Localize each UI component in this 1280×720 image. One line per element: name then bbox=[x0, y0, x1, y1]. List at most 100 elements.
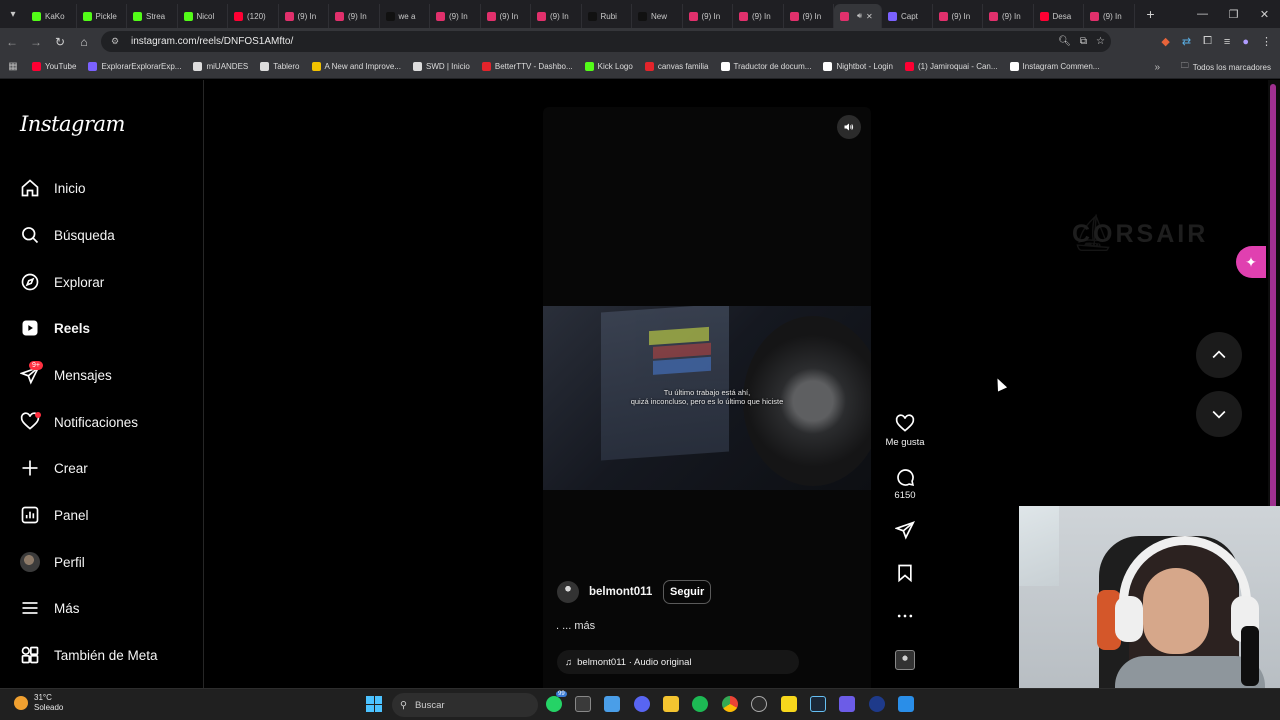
sidebar-item-search[interactable]: Búsqueda bbox=[20, 220, 115, 250]
bookmark-item[interactable]: canvas familia bbox=[639, 62, 715, 71]
browser-tab[interactable]: (9) In bbox=[933, 4, 983, 28]
browser-tab[interactable]: (9) In bbox=[1084, 4, 1135, 28]
browser-tab[interactable]: (9) In bbox=[430, 4, 481, 28]
weather-widget[interactable]: 31°C Soleado bbox=[14, 693, 63, 713]
excel-like-icon[interactable] bbox=[575, 696, 591, 712]
back-icon[interactable]: ← bbox=[0, 28, 24, 55]
follow-button[interactable]: Seguir bbox=[663, 580, 712, 604]
tab-audio-icon[interactable]: 🔊︎ bbox=[857, 11, 862, 21]
browser-tab[interactable]: (9) In bbox=[683, 4, 733, 28]
discord-icon[interactable] bbox=[634, 696, 650, 712]
file-explorer-icon[interactable] bbox=[663, 696, 679, 712]
zoom-icon[interactable]: 🔍︎ bbox=[1058, 36, 1071, 47]
steam-icon[interactable] bbox=[810, 696, 826, 712]
browser-tab[interactable]: (9) In bbox=[329, 4, 380, 28]
apps-grid-icon[interactable]: ▦ bbox=[0, 61, 26, 72]
previous-reel-button[interactable] bbox=[1196, 332, 1242, 378]
like-button[interactable]: Me gusta bbox=[880, 414, 930, 448]
bookmarks-overflow-icon[interactable]: » bbox=[1154, 55, 1160, 79]
audio-pill[interactable]: ♫ belmont011 · Audio original bbox=[557, 650, 799, 674]
browser-tab[interactable]: (9) In bbox=[983, 4, 1034, 28]
sticky-notes-icon[interactable] bbox=[781, 696, 797, 712]
restore-icon[interactable]: ❐ bbox=[1218, 0, 1249, 28]
browser-tab[interactable]: KaKo bbox=[26, 4, 77, 28]
minimize-icon[interactable]: — bbox=[1187, 0, 1218, 28]
sidebar-item-explore[interactable]: Explorar bbox=[20, 267, 104, 297]
browser-tab[interactable]: (9) In bbox=[279, 4, 329, 28]
reel-video[interactable]: Tu último trabajo está ahí, quizá inconc… bbox=[543, 107, 871, 688]
bookmark-item[interactable]: BetterTTV - Dashbo... bbox=[476, 62, 579, 71]
teams-icon[interactable] bbox=[839, 696, 855, 712]
browser-tab[interactable]: (9) In bbox=[481, 4, 531, 28]
sidebar-item-notifications[interactable]: Notificaciones bbox=[20, 407, 138, 437]
extension-fox-icon[interactable]: ◆ bbox=[1161, 35, 1169, 48]
next-reel-button[interactable] bbox=[1196, 391, 1242, 437]
media-controls-icon[interactable]: ≡ bbox=[1224, 36, 1230, 48]
new-tab-button[interactable]: + bbox=[1141, 0, 1161, 28]
site-info-icon[interactable]: ⚙ bbox=[111, 36, 125, 47]
omnibox[interactable]: ⚙ instagram.com/reels/DNFOS1AMfto/ 🔍︎ ⧉ … bbox=[101, 31, 1111, 52]
browser-tab[interactable]: (9) In bbox=[733, 4, 784, 28]
bookmark-item[interactable]: Tablero bbox=[254, 62, 305, 71]
bookmark-item[interactable]: Traductor de docum... bbox=[715, 62, 818, 71]
tab-close-icon[interactable]: ✕ bbox=[866, 12, 873, 21]
bookmark-item[interactable]: YouTube bbox=[26, 62, 82, 71]
sidebar-item-reels[interactable]: Reels bbox=[20, 313, 90, 343]
floating-extension-icon[interactable]: ✦ bbox=[1236, 246, 1266, 278]
extension-translate-icon[interactable]: ⇄ bbox=[1182, 35, 1191, 48]
notepad-icon[interactable] bbox=[604, 696, 620, 712]
sidebar-item-more[interactable]: Más bbox=[20, 593, 80, 623]
tab-search-menu-icon[interactable]: ▾ bbox=[0, 0, 26, 28]
app-icon[interactable] bbox=[869, 696, 885, 712]
taskbar-search[interactable]: ⚲ Buscar bbox=[392, 693, 538, 717]
spotify-icon[interactable] bbox=[692, 696, 708, 712]
browser-menu-icon[interactable]: ⋮ bbox=[1261, 35, 1272, 48]
close-window-icon[interactable]: ✕ bbox=[1249, 0, 1280, 28]
instagram-logo[interactable]: Instagram bbox=[20, 112, 125, 136]
browser-tab[interactable]: Pickle bbox=[77, 4, 127, 28]
audio-thumbnail-button[interactable] bbox=[880, 650, 930, 670]
reload-icon[interactable]: ↻ bbox=[48, 28, 72, 55]
profile-avatar-icon[interactable]: ● bbox=[1242, 36, 1249, 48]
tab-active[interactable]: 🔊︎ ✕ bbox=[834, 4, 882, 28]
home-icon[interactable]: ⌂ bbox=[72, 28, 96, 55]
bookmark-item[interactable]: Instagram Commen... bbox=[1004, 62, 1106, 71]
bookmark-item[interactable]: Kick Logo bbox=[579, 62, 639, 71]
browser-tab[interactable]: Rubi bbox=[582, 4, 632, 28]
sidebar-item-messages[interactable]: 9+ Mensajes bbox=[20, 360, 112, 390]
browser-tab[interactable]: Strea bbox=[127, 4, 178, 28]
comment-button[interactable]: 6150 bbox=[880, 467, 930, 501]
bookmark-item[interactable]: miUANDES bbox=[187, 62, 254, 71]
bookmark-star-icon[interactable]: ☆ bbox=[1096, 36, 1105, 47]
obs-icon[interactable] bbox=[751, 696, 767, 712]
volume-button[interactable] bbox=[837, 115, 861, 139]
browser-tab[interactable]: Capt bbox=[882, 4, 933, 28]
sidebar-item-meta[interactable]: También de Meta bbox=[20, 640, 158, 670]
bookmark-item[interactable]: Nightbot - Login bbox=[817, 62, 898, 71]
extensions-puzzle-icon[interactable]: ⧠ bbox=[1203, 35, 1212, 48]
photos-icon[interactable] bbox=[898, 696, 914, 712]
windows-start-icon[interactable] bbox=[366, 696, 382, 712]
caption[interactable]: . ... más bbox=[556, 620, 857, 632]
sidebar-item-create[interactable]: Crear bbox=[20, 453, 88, 483]
bookmark-item[interactable]: (1) Jamiroquai - Can... bbox=[899, 62, 1004, 71]
chrome-icon[interactable] bbox=[722, 696, 738, 712]
browser-tab[interactable]: (120) bbox=[228, 4, 279, 28]
sidebar-item-home[interactable]: Inicio bbox=[20, 173, 86, 203]
share-button[interactable] bbox=[880, 520, 930, 540]
whatsapp-icon[interactable] bbox=[546, 696, 562, 712]
browser-tab[interactable]: Nicol bbox=[178, 4, 228, 28]
cast-icon[interactable]: ⧉ bbox=[1080, 36, 1087, 47]
browser-tab[interactable]: (9) In bbox=[531, 4, 582, 28]
browser-tab[interactable]: Desa bbox=[1034, 4, 1084, 28]
all-bookmarks-folder[interactable]: 🗀︎ Todos los marcadores bbox=[1181, 55, 1271, 79]
bookmark-item[interactable]: SWD | Inicio bbox=[407, 62, 476, 71]
bookmark-item[interactable]: A New and Improve... bbox=[306, 62, 407, 71]
author-username[interactable]: belmont011 bbox=[589, 586, 653, 598]
save-button[interactable] bbox=[880, 563, 930, 583]
bookmark-item[interactable]: ExplorarExplorarExp... bbox=[82, 62, 187, 71]
browser-tab[interactable]: we a bbox=[380, 4, 430, 28]
forward-icon[interactable]: → bbox=[24, 28, 48, 55]
browser-tab[interactable]: (9) In bbox=[784, 4, 834, 28]
more-options-button[interactable] bbox=[880, 606, 930, 626]
